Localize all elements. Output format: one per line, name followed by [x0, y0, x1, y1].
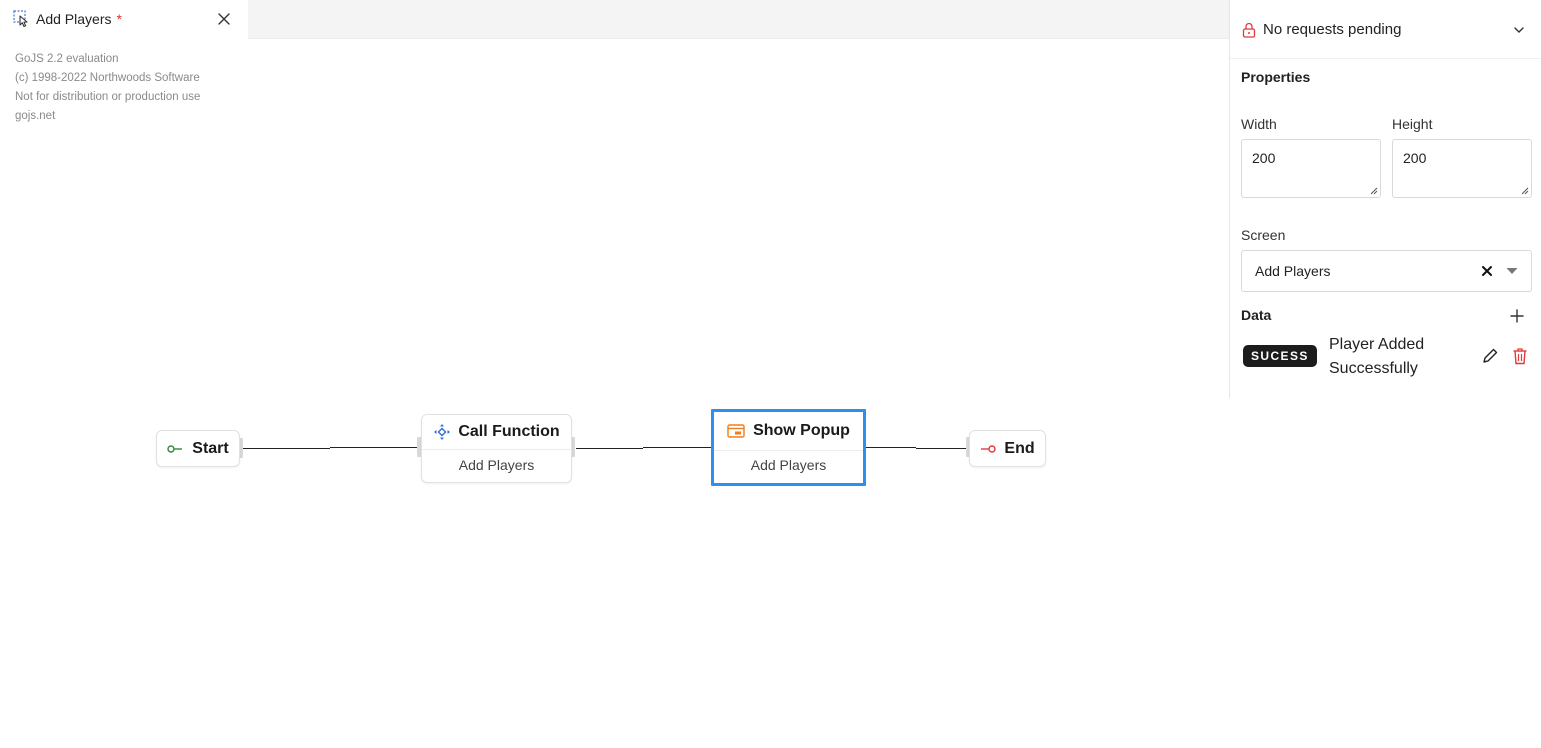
node-header: Call Function: [422, 415, 571, 449]
trash-icon[interactable]: [1512, 347, 1528, 365]
tab-title: Add Players *: [36, 11, 122, 27]
add-data-icon[interactable]: [1509, 308, 1525, 324]
requests-status: No requests pending: [1263, 21, 1402, 38]
width-value: 200: [1252, 150, 1276, 166]
tab-title-text: Add Players: [36, 11, 112, 27]
edit-icon[interactable]: [1481, 347, 1499, 365]
node-header: Show Popup: [714, 412, 863, 450]
link-call-popup[interactable]: [576, 448, 643, 449]
lock-icon: [1242, 22, 1256, 38]
unsaved-marker: *: [116, 11, 122, 27]
data-key-badge: SUCESS: [1243, 345, 1317, 367]
cursor-click-icon: [13, 10, 28, 28]
height-field[interactable]: 200: [1392, 139, 1532, 198]
width-label: Width: [1241, 116, 1277, 132]
screen-select-value: Add Players: [1255, 263, 1331, 279]
resize-grip-icon[interactable]: [1369, 186, 1378, 195]
height-value: 200: [1403, 150, 1427, 166]
data-title: Data: [1241, 307, 1272, 323]
node-show-popup[interactable]: Show Popup Add Players: [711, 409, 866, 486]
link-popup-end[interactable]: [916, 448, 966, 449]
clear-icon[interactable]: [1480, 264, 1494, 278]
node-subtitle: Add Players: [422, 449, 571, 483]
tab-strip: Add Players *: [0, 0, 1229, 39]
node-call-function[interactable]: Call Function Add Players: [421, 414, 572, 483]
diagram-canvas[interactable]: Start Call Function Add Players Show Pop…: [0, 39, 1229, 748]
end-icon: [981, 444, 997, 453]
properties-title: Properties: [1241, 69, 1311, 85]
link-start-call[interactable]: [330, 447, 418, 448]
requests-bar[interactable]: No requests pending: [1230, 0, 1541, 59]
node-title: Call Function: [458, 423, 560, 440]
screen-label: Screen: [1241, 227, 1286, 243]
node-header: Start: [157, 431, 239, 466]
dropdown-arrow-icon[interactable]: [1506, 267, 1518, 275]
node-end[interactable]: End: [969, 430, 1046, 467]
node-title: Show Popup: [753, 422, 850, 439]
screen-select[interactable]: Add Players: [1241, 250, 1532, 292]
close-icon[interactable]: [216, 11, 232, 27]
node-title: End: [1004, 439, 1035, 457]
width-field[interactable]: 200: [1241, 139, 1381, 198]
data-value: Player Added Successfully: [1329, 336, 1425, 377]
node-title: Start: [192, 439, 229, 457]
resize-grip-icon[interactable]: [1520, 186, 1529, 195]
popup-icon: [727, 424, 745, 438]
chevron-down-icon[interactable]: [1512, 23, 1526, 37]
link-call-popup[interactable]: [643, 447, 713, 448]
properties-panel: No requests pending Properties Width Hei…: [1229, 0, 1541, 398]
link-start-call[interactable]: [243, 448, 330, 449]
node-subtitle: Add Players: [714, 450, 863, 484]
tab-add-players[interactable]: Add Players *: [0, 0, 248, 39]
height-label: Height: [1392, 116, 1433, 132]
node-header: End: [970, 431, 1045, 466]
start-icon: [167, 444, 183, 453]
node-start[interactable]: Start: [156, 430, 240, 467]
function-icon: [434, 424, 451, 440]
link-popup-end[interactable]: [865, 447, 916, 448]
